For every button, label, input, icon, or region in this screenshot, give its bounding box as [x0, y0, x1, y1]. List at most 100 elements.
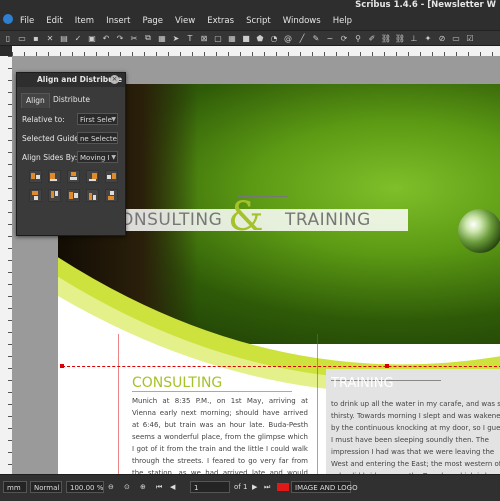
- zoom-in-icon[interactable]: ⊕: [140, 481, 146, 493]
- align-top-to-bottom-icon[interactable]: [105, 189, 118, 202]
- text-frame-icon[interactable]: T: [184, 32, 196, 44]
- align-sides-select[interactable]: Moving I ▼: [77, 151, 118, 163]
- selected-guide-label: Selected Guide:: [22, 134, 82, 143]
- unit-select[interactable]: mm: [3, 481, 27, 493]
- copy-properties-icon[interactable]: ✦: [422, 32, 434, 44]
- window-title: Scribus 1.4.6 - [Newsletter W: [355, 0, 496, 10]
- relative-to-label: Relative to:: [22, 115, 65, 124]
- align-bottom-sides-icon[interactable]: [86, 189, 99, 202]
- menu-file[interactable]: File: [14, 16, 40, 26]
- print-icon[interactable]: ▤: [58, 32, 70, 44]
- menu-item[interactable]: Item: [69, 16, 100, 26]
- align-left-sides-icon[interactable]: [48, 170, 61, 183]
- bezier-icon[interactable]: ✎: [310, 32, 322, 44]
- tab-align[interactable]: Align: [21, 93, 50, 108]
- center-vertical-icon[interactable]: [67, 189, 80, 202]
- page-select[interactable]: 1: [190, 481, 230, 493]
- align-sides-label: Align Sides By:: [22, 153, 78, 162]
- polygon-icon[interactable]: ⬟: [254, 32, 266, 44]
- align-top-sides-icon[interactable]: [48, 189, 61, 202]
- copy-icon[interactable]: ⧉: [142, 32, 154, 44]
- column-heading-consulting[interactable]: CONSULTING: [132, 375, 222, 391]
- image-frame-icon[interactable]: ⊠: [198, 32, 210, 44]
- selection-frame[interactable]: [62, 366, 500, 368]
- zoom-field[interactable]: 100.00 %: [66, 481, 104, 493]
- status-bar: mm Normal 100.00 % ⊖ ⊙ ⊕ ⏮ ◀ 1 of 1 ▶ ⏭ …: [0, 474, 500, 501]
- align-bottom-to-top-icon[interactable]: [29, 189, 42, 202]
- menu-view[interactable]: View: [169, 16, 201, 26]
- menu-edit[interactable]: Edit: [40, 16, 68, 26]
- page-number: 1: [194, 484, 199, 492]
- close-icon[interactable]: ✕: [44, 32, 56, 44]
- pdf-button-icon[interactable]: ▭: [450, 32, 462, 44]
- center-horizontal-icon[interactable]: [67, 170, 80, 183]
- previous-page-icon[interactable]: ◀: [170, 481, 175, 493]
- column-guide-right: [317, 334, 318, 474]
- open-icon[interactable]: ▭: [16, 32, 28, 44]
- line-icon[interactable]: ╱: [296, 32, 308, 44]
- menu-windows[interactable]: Windows: [277, 16, 327, 26]
- layer-select[interactable]: IMAGE AND LOGO: [291, 481, 358, 493]
- column-rule: [132, 391, 292, 392]
- menu-insert[interactable]: Insert: [100, 16, 136, 26]
- first-page-icon[interactable]: ⏮: [156, 481, 162, 493]
- paste-icon[interactable]: ▦: [156, 32, 168, 44]
- menu-bar: File Edit Item Insert Page View Extras S…: [14, 12, 358, 30]
- rotate-icon[interactable]: ⟳: [338, 32, 350, 44]
- chevron-down-icon: ▼: [111, 116, 116, 123]
- last-page-icon[interactable]: ⏭: [264, 481, 270, 493]
- measure-icon[interactable]: ⊥: [408, 32, 420, 44]
- menu-help[interactable]: Help: [327, 16, 358, 26]
- align-right-sides-icon[interactable]: [86, 170, 99, 183]
- eyedropper-icon[interactable]: ⊘: [436, 32, 448, 44]
- close-icon[interactable]: ×: [110, 75, 119, 84]
- freehand-icon[interactable]: ~: [324, 32, 336, 44]
- relative-to-select[interactable]: First Sele ▼: [77, 113, 118, 125]
- table-icon[interactable]: ▦: [226, 32, 238, 44]
- menu-script[interactable]: Script: [240, 16, 277, 26]
- column-text-training[interactable]: to drink up all the water in my carafe, …: [331, 398, 500, 474]
- zoom-value: 100.00 %: [70, 484, 104, 492]
- new-document-icon[interactable]: ▯: [2, 32, 14, 44]
- cut-icon[interactable]: ✂: [128, 32, 140, 44]
- align-right-to-left-icon[interactable]: [29, 170, 42, 183]
- export-pdf-icon[interactable]: ▣: [86, 32, 98, 44]
- column-guide-left: [118, 334, 119, 474]
- save-icon[interactable]: ▪: [30, 32, 42, 44]
- pdf-field-icon[interactable]: ☑: [464, 32, 476, 44]
- align-left-to-right-icon[interactable]: [105, 170, 118, 183]
- view-mode-select[interactable]: Normal: [30, 481, 62, 493]
- menu-page[interactable]: Page: [136, 16, 169, 26]
- zoom-100-icon[interactable]: ⊙: [124, 481, 130, 493]
- spiral-icon[interactable]: @: [282, 32, 294, 44]
- render-frame-icon[interactable]: ▢: [212, 32, 224, 44]
- layer-color-swatch: [277, 483, 289, 491]
- selected-guide-select[interactable]: ne Selected: [77, 132, 118, 144]
- undo-icon[interactable]: ↶: [100, 32, 112, 44]
- arc-icon[interactable]: ◔: [268, 32, 280, 44]
- next-page-icon[interactable]: ▶: [252, 481, 257, 493]
- zoom-icon[interactable]: ⚲: [352, 32, 364, 44]
- unlink-frames-icon[interactable]: ⛓: [394, 32, 406, 44]
- redo-icon[interactable]: ↷: [114, 32, 126, 44]
- shape-icon[interactable]: ■: [240, 32, 252, 44]
- tab-distribute[interactable]: Distribute: [49, 93, 94, 107]
- layer-name: IMAGE AND LOGO: [295, 484, 358, 492]
- main-toolbar: ▯ ▭ ▪ ✕ ▤ ✓ ▣ ↶ ↷ ✂ ⧉ ▦ ➤ T ⊠ ▢ ▦ ■ ⬟ ◔ …: [0, 30, 500, 46]
- scribus-logo-icon: [3, 14, 13, 24]
- preflight-icon[interactable]: ✓: [72, 32, 84, 44]
- chevron-down-icon: ▼: [111, 154, 116, 161]
- edit-contents-icon[interactable]: ✐: [366, 32, 378, 44]
- link-frames-icon[interactable]: ⛓: [380, 32, 392, 44]
- select-icon[interactable]: ➤: [170, 32, 182, 44]
- view-mode-value: Normal: [34, 484, 60, 492]
- relative-to-value: First Sele: [80, 116, 112, 124]
- column-heading-training[interactable]: TRAINING: [331, 376, 394, 391]
- resize-handle[interactable]: [385, 364, 389, 368]
- resize-handle[interactable]: [60, 364, 64, 368]
- unit-value: mm: [7, 484, 21, 492]
- zoom-out-icon[interactable]: ⊖: [108, 481, 114, 493]
- selected-guide-value: ne Selected: [80, 135, 118, 143]
- column-text-consulting[interactable]: Munich at 8:35 P.M., on 1st May, arrivin…: [132, 395, 308, 474]
- menu-extras[interactable]: Extras: [201, 16, 240, 26]
